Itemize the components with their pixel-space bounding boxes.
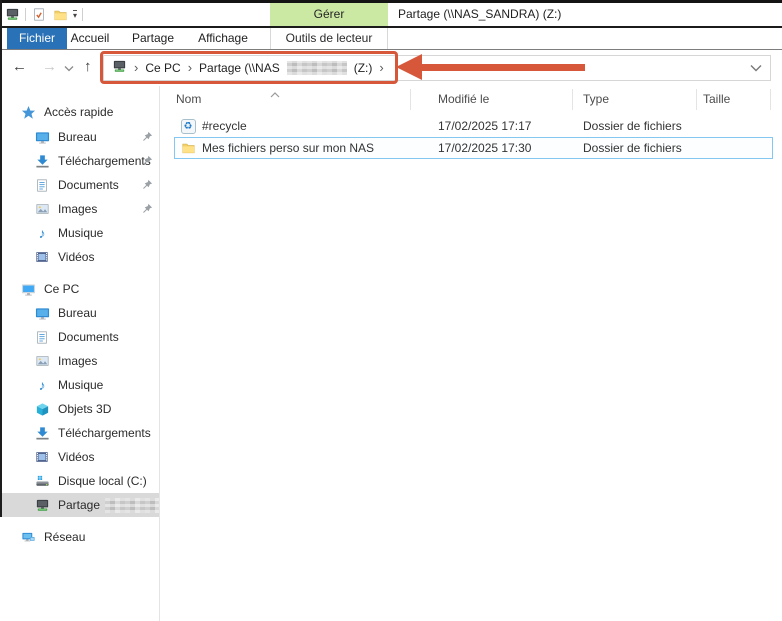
picture-icon xyxy=(34,353,50,369)
sidebar-item-disque-local-c[interactable]: Disque local (C:) xyxy=(0,469,160,493)
pin-icon xyxy=(142,131,154,143)
picture-icon xyxy=(34,201,50,217)
hard-drive-icon xyxy=(34,473,50,489)
explorer-window: ▾ Gérer Partage (\\NAS_SANDRA) (Z:) Fich… xyxy=(0,0,782,621)
music-note-icon: ♪ xyxy=(38,377,46,393)
tab-outils-de-lecteur[interactable]: Outils de lecteur xyxy=(270,28,388,49)
sidebar-item-pc-documents[interactable]: Documents xyxy=(0,325,160,349)
network-icon xyxy=(20,529,36,545)
file-name[interactable]: #recycle xyxy=(202,116,247,137)
back-icon[interactable]: ← xyxy=(12,50,27,86)
pin-icon xyxy=(142,203,154,215)
column-header-type[interactable]: Type xyxy=(583,92,609,106)
film-icon xyxy=(34,249,50,265)
download-icon xyxy=(34,153,50,169)
sidebar-item-pc-videos[interactable]: Vidéos xyxy=(0,445,160,469)
computer-icon xyxy=(20,281,36,297)
sidebar-item-telechargements[interactable]: Téléchargements xyxy=(0,149,160,173)
recent-locations-chevron-icon[interactable] xyxy=(64,64,74,72)
document-icon xyxy=(34,177,50,193)
sidebar-item-bureau[interactable]: Bureau xyxy=(0,125,160,149)
column-resize-handle[interactable] xyxy=(572,89,573,110)
tab-affichage[interactable]: Affichage xyxy=(190,28,256,49)
sidebar-item-videos[interactable]: Vidéos xyxy=(0,245,160,269)
file-type: Dossier de fichiers xyxy=(583,119,682,133)
censored-share-name xyxy=(105,497,159,513)
sidebar-item-partage-selected[interactable]: Partage xyxy=(0,493,159,517)
arrow-annotation-tail xyxy=(420,64,585,71)
toolbar-separator xyxy=(25,8,26,21)
file-list: Nom Modifié le Type Taille ♻ #recycle 17… xyxy=(160,86,782,621)
sidebar-item-pc-bureau[interactable]: Bureau xyxy=(0,301,160,325)
film-icon xyxy=(34,449,50,465)
navigation-pane: Accès rapide Bureau Téléchargements Docu… xyxy=(0,86,160,621)
music-note-icon: ♪ xyxy=(38,225,46,241)
column-resize-handle[interactable] xyxy=(770,89,771,110)
document-icon xyxy=(34,329,50,345)
sidebar-item-pc-images[interactable]: Images xyxy=(0,349,160,373)
file-type: Dossier de fichiers xyxy=(583,141,682,155)
file-row-mes-fichiers[interactable]: Mes fichiers perso sur mon NAS 17/02/202… xyxy=(160,138,782,159)
sidebar-section-ce-pc[interactable]: Ce PC xyxy=(0,277,160,301)
tab-fichier[interactable]: Fichier xyxy=(7,28,67,49)
desktop-icon xyxy=(34,129,50,145)
properties-check-icon[interactable] xyxy=(31,7,47,23)
sidebar-item-musique[interactable]: ♪ Musique xyxy=(0,221,160,245)
sidebar-section-reseau[interactable]: Réseau xyxy=(0,525,160,549)
sidebar-item-images[interactable]: Images xyxy=(0,197,160,221)
screenshot-left-border xyxy=(0,0,2,517)
arrow-annotation-head xyxy=(396,54,422,80)
window-title: Partage (\\NAS_SANDRA) (Z:) xyxy=(398,7,562,21)
sidebar-item-documents[interactable]: Documents xyxy=(0,173,160,197)
quick-access-toolbar: ▾ xyxy=(4,3,84,26)
up-icon[interactable]: ↑ xyxy=(84,50,92,86)
file-modified: 17/02/2025 17:17 xyxy=(438,119,532,133)
tab-accueil[interactable]: Accueil xyxy=(66,28,114,49)
star-icon xyxy=(20,104,36,120)
network-drive-icon xyxy=(34,497,50,513)
forward-icon[interactable]: → xyxy=(42,50,57,86)
address-row: ← → ↑ › Ce PC › Partage (\\NAS (Z:) › xyxy=(0,50,782,86)
column-header-taille[interactable]: Taille xyxy=(703,92,730,106)
desktop-icon xyxy=(34,305,50,321)
title-bar: ▾ Gérer Partage (\\NAS_SANDRA) (Z:) xyxy=(0,3,782,26)
cube-icon xyxy=(34,401,50,417)
sidebar-section-quick-access[interactable]: Accès rapide xyxy=(0,100,160,124)
recycle-folder-icon: ♻ xyxy=(180,118,196,134)
folder-icon xyxy=(180,140,196,156)
file-modified: 17/02/2025 17:30 xyxy=(438,141,532,155)
network-drive-icon xyxy=(4,7,20,23)
main-area: Accès rapide Bureau Téléchargements Docu… xyxy=(0,86,782,621)
highlight-box-annotation xyxy=(100,51,398,84)
address-dropdown-chevron-icon[interactable] xyxy=(750,61,762,75)
manage-contextual-header[interactable]: Gérer xyxy=(270,3,388,26)
sidebar-item-objets-3d[interactable]: Objets 3D xyxy=(0,397,160,421)
toolbar-dropdown-icon[interactable]: ▾ xyxy=(73,10,78,20)
pin-icon xyxy=(142,155,154,167)
column-header-modifie-le[interactable]: Modifié le xyxy=(438,92,489,106)
toolbar-separator xyxy=(82,8,84,21)
sidebar-item-pc-musique[interactable]: ♪ Musique xyxy=(0,373,160,397)
column-resize-handle[interactable] xyxy=(410,89,411,110)
column-header-nom[interactable]: Nom xyxy=(176,92,201,106)
pin-icon xyxy=(142,179,154,191)
sort-ascending-icon xyxy=(270,87,280,101)
column-resize-handle[interactable] xyxy=(696,89,697,110)
new-folder-icon[interactable] xyxy=(52,7,68,23)
download-icon xyxy=(34,425,50,441)
file-row-recycle[interactable]: ♻ #recycle 17/02/2025 17:17 Dossier de f… xyxy=(160,116,782,137)
sidebar-item-pc-telechargements[interactable]: Téléchargements xyxy=(0,421,160,445)
ribbon-tab-row: Fichier Accueil Partage Affichage Outils… xyxy=(0,26,782,50)
tab-partage[interactable]: Partage xyxy=(124,28,182,49)
file-name[interactable]: Mes fichiers perso sur mon NAS xyxy=(202,138,374,159)
